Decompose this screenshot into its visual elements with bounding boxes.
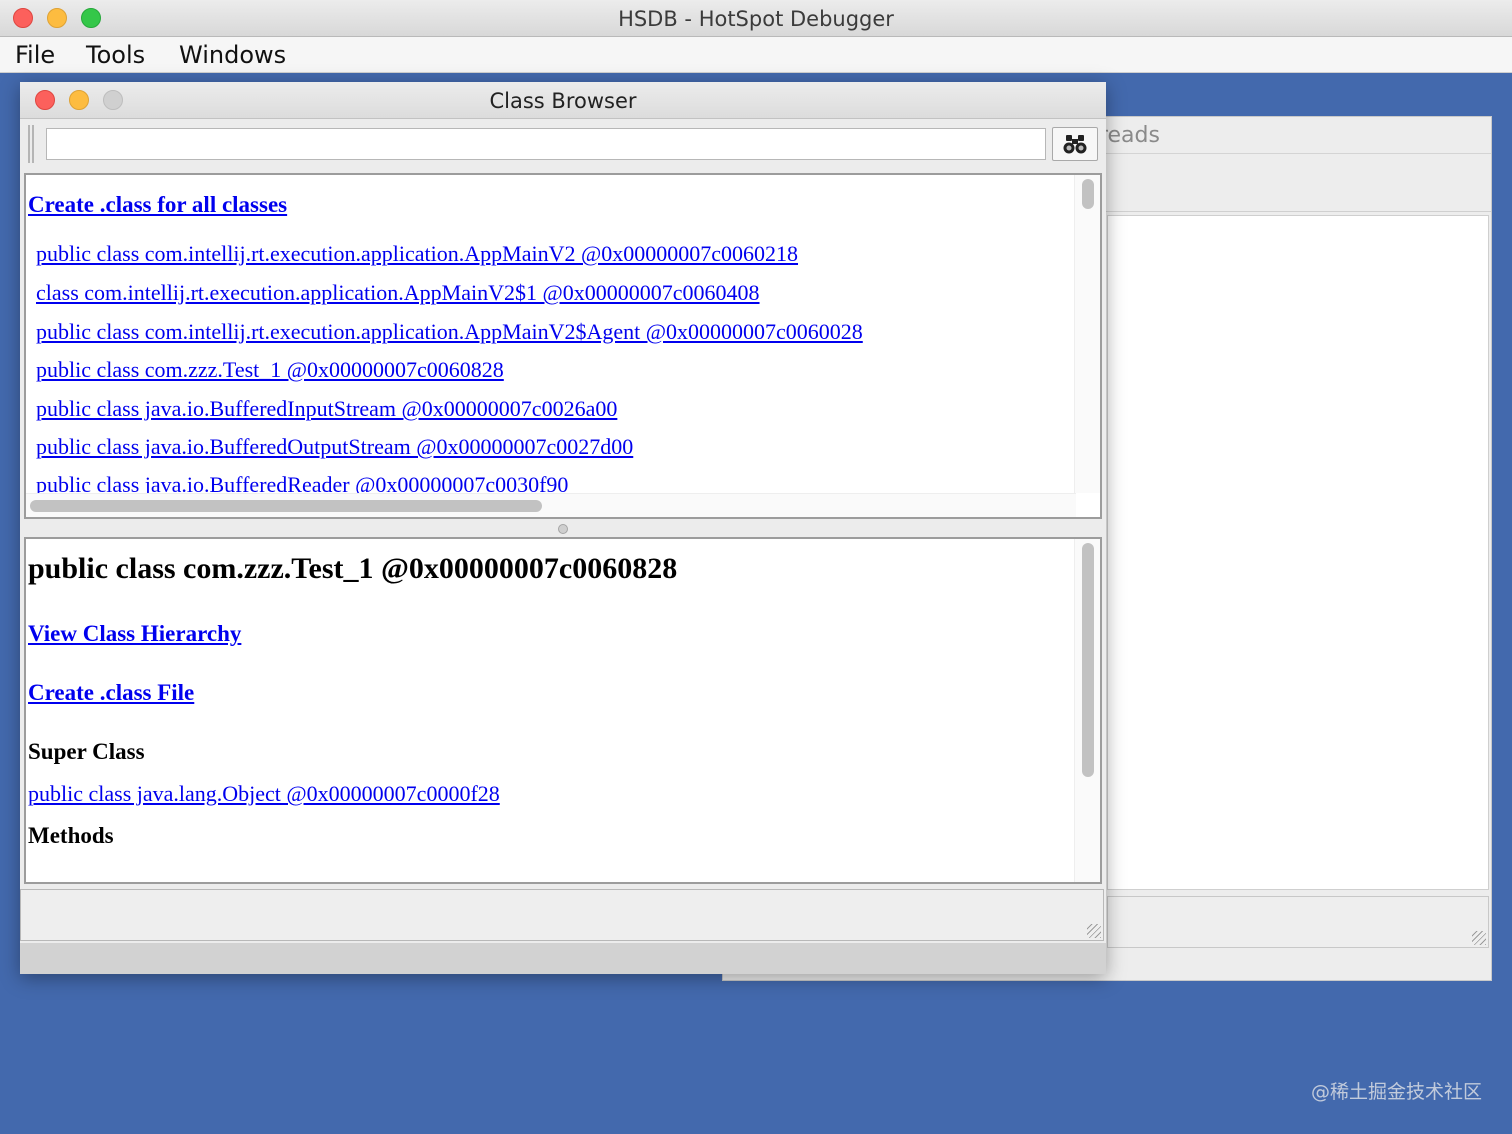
window-title: HSDB - HotSpot Debugger (618, 7, 894, 31)
class-list-horizontal-scrollbar[interactable] (26, 493, 1076, 517)
menu-file[interactable]: File (15, 41, 55, 69)
split-divider-handle[interactable] (558, 524, 568, 534)
class-browser-bottom-bar (20, 943, 1106, 974)
class-list-item[interactable]: public class com.zzz.Test_1 @0x00000007c… (36, 357, 504, 383)
detail-vertical-scrollbar[interactable] (1074, 539, 1100, 882)
super-class-heading: Super Class (28, 739, 145, 764)
binoculars-icon (1063, 135, 1087, 154)
class-list-item[interactable]: public class com.intellij.rt.execution.a… (36, 241, 798, 267)
toolbar-grip-icon[interactable] (28, 125, 34, 163)
search-button[interactable] (1052, 127, 1098, 161)
create-class-file-link[interactable]: Create .class File (28, 680, 194, 706)
class-list-item[interactable]: public class java.io.BufferedReader @0x0… (36, 472, 568, 493)
class-browser-window: Class Browser Create .class for all clas… (20, 82, 1106, 974)
threads-status-field (1107, 896, 1489, 948)
class-list-item[interactable]: public class java.io.BufferedOutputStrea… (36, 434, 633, 460)
class-list-vertical-scroll-thumb[interactable] (1082, 179, 1094, 209)
class-search-input[interactable] (46, 128, 1046, 160)
search-toolbar (20, 119, 1106, 169)
menu-windows[interactable]: Windows (179, 41, 286, 69)
class-detail-panel: public class com.zzz.Test_1 @0x00000007c… (24, 537, 1102, 884)
class-browser-status-field (20, 889, 1104, 941)
super-class-link[interactable]: public class java.lang.Object @0x0000000… (28, 781, 500, 807)
create-class-for-all-link[interactable]: Create .class for all classes (28, 192, 287, 218)
class-list-vertical-scrollbar[interactable] (1074, 175, 1100, 493)
class-browser-titlebar: Class Browser (20, 82, 1106, 119)
main-titlebar: HSDB - HotSpot Debugger (0, 0, 1512, 37)
resize-grip-icon[interactable] (1087, 924, 1101, 938)
class-list-item[interactable]: public class com.intellij.rt.execution.a… (36, 319, 863, 345)
class-list-horizontal-scroll-thumb[interactable] (30, 500, 542, 512)
methods-heading: Methods (28, 823, 114, 848)
detail-vertical-scroll-thumb[interactable] (1082, 543, 1094, 777)
class-browser-title: Class Browser (489, 89, 637, 113)
view-class-hierarchy-link[interactable]: View Class Hierarchy (28, 621, 241, 647)
class-list-panel: Create .class for all classes public cla… (24, 173, 1102, 519)
resize-grip-icon[interactable] (1472, 931, 1486, 945)
menu-tools[interactable]: Tools (86, 41, 145, 69)
class-list-item[interactable]: class com.intellij.rt.execution.applicat… (36, 280, 760, 306)
class-detail-title: public class com.zzz.Test_1 @0x00000007c… (28, 552, 678, 585)
class-list-item[interactable]: public class java.io.BufferedInputStream… (36, 396, 617, 422)
class-list-viewport: Create .class for all classes public cla… (26, 175, 1076, 493)
menubar: File Tools Windows (0, 37, 1512, 73)
threads-content-panel (1107, 215, 1489, 890)
watermark: @稀土掘金技术社区 (1310, 1081, 1482, 1103)
